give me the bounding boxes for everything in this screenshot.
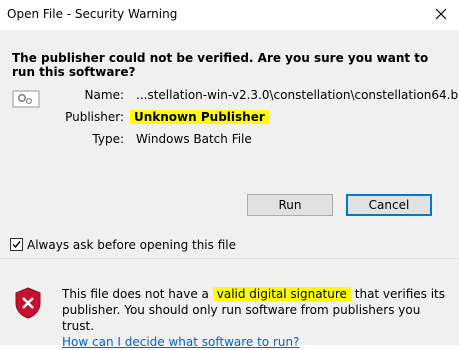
detail-row-name: Name: ...stellation-win-v2.3.0\constella…: [0, 88, 459, 104]
always-ask-label: Always ask before opening this file: [27, 238, 236, 252]
help-link[interactable]: How can I decide what software to run?: [62, 335, 299, 349]
detail-label: Name:: [84, 88, 124, 102]
cancel-button[interactable]: Cancel: [346, 194, 432, 216]
dialog-content: The publisher could not be verified. Are…: [0, 30, 459, 258]
footer-text-before: This file does not have a: [62, 287, 213, 301]
detail-row-type: Type: Windows Batch File: [0, 132, 459, 148]
detail-label: Type:: [92, 132, 124, 146]
detail-value-name: ...stellation-win-v2.3.0\constellation\c…: [136, 88, 459, 102]
footer-message: This file does not have a valid digital …: [62, 286, 452, 350]
always-ask-checkbox[interactable]: [10, 238, 23, 251]
footer-text-highlight: valid digital signature: [212, 287, 351, 301]
security-shield-icon: [14, 287, 42, 319]
detail-value-publisher: Unknown Publisher: [130, 110, 269, 124]
detail-label: Publisher:: [65, 110, 124, 124]
detail-value-type: Windows Batch File: [136, 132, 252, 146]
security-warning-dialog: Open File - Security Warning The publish…: [0, 0, 459, 349]
run-button[interactable]: Run: [247, 194, 333, 216]
detail-row-publisher: Publisher: Unknown Publisher: [0, 110, 459, 126]
warning-message: The publisher could not be verified. Are…: [12, 51, 429, 79]
title-bar: Open File - Security Warning: [0, 0, 459, 30]
close-icon[interactable]: [431, 4, 451, 24]
window-title: Open File - Security Warning: [7, 7, 178, 21]
footer-panel: This file does not have a valid digital …: [0, 258, 459, 349]
